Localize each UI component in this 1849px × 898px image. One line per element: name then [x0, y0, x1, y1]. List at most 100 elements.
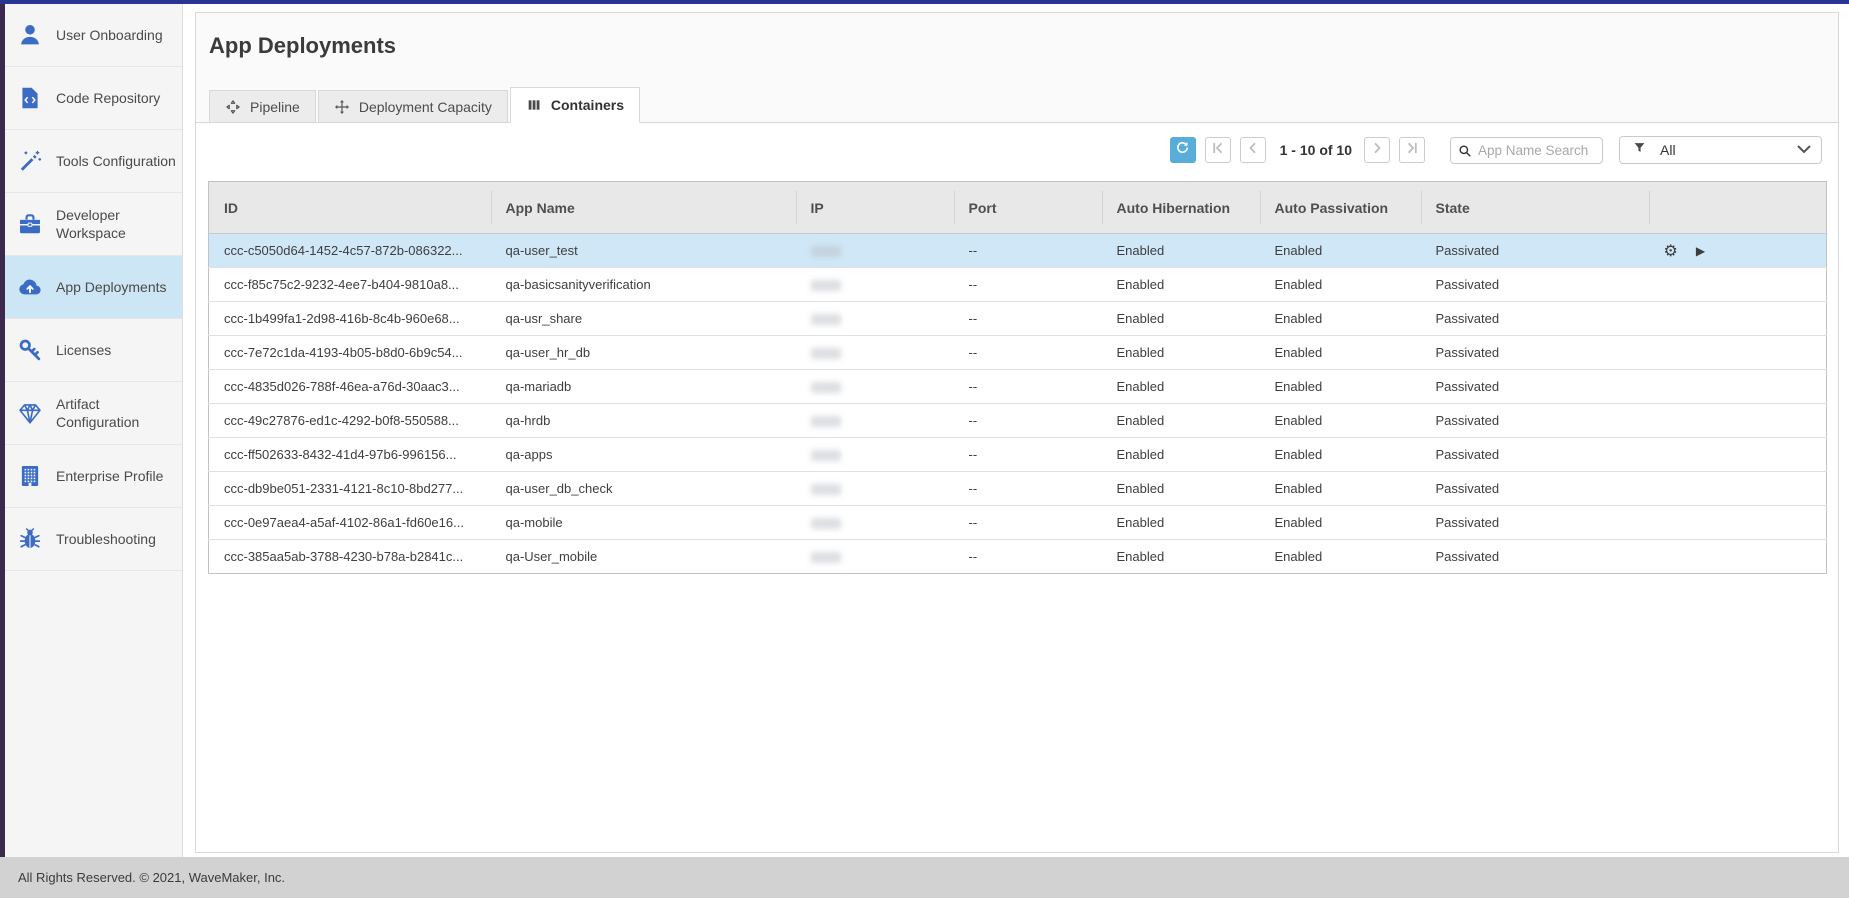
cell-app_name: qa-apps [491, 438, 796, 472]
code-file-icon [17, 85, 43, 111]
cell-ip [796, 438, 954, 472]
cell-auto_hibernation: Enabled [1102, 472, 1260, 506]
table-row[interactable]: ccc-49c27876-ed1c-4292-b0f8-550588...qa-… [209, 404, 1827, 438]
gem-icon [17, 400, 43, 426]
cell-actions [1649, 506, 1827, 540]
column-header-state: State [1421, 182, 1649, 234]
ip-redacted [811, 382, 841, 393]
cell-port: -- [954, 506, 1102, 540]
cell-app_name: qa-user_hr_db [491, 336, 796, 370]
ip-redacted [811, 246, 841, 257]
cell-ip [796, 540, 954, 574]
cell-auto_passivation: Enabled [1260, 506, 1421, 540]
filter-icon [1633, 141, 1646, 159]
table-row[interactable]: ccc-f85c75c2-9232-4ee7-b404-9810a8...qa-… [209, 268, 1827, 302]
cell-actions [1649, 540, 1827, 574]
table-body: ccc-c5050d64-1452-4c57-872b-086322...qa-… [209, 234, 1827, 574]
cell-actions [1649, 438, 1827, 472]
sidebar-item-troubleshooting[interactable]: Troubleshooting [5, 508, 182, 571]
sidebar-item-licenses[interactable]: Licenses [5, 319, 182, 382]
prev-page-icon [1247, 141, 1259, 159]
refresh-icon [1175, 140, 1190, 160]
cell-auto_passivation: Enabled [1260, 438, 1421, 472]
cell-id: ccc-7e72c1da-4193-4b05-b8d0-6b9c54... [209, 336, 491, 370]
sidebar-item-label: Artifact Configuration [56, 395, 176, 431]
sidebar-item-code-repository[interactable]: Code Repository [5, 67, 182, 130]
cell-port: -- [954, 234, 1102, 268]
tab-deployment-capacity[interactable]: Deployment Capacity [318, 90, 508, 122]
cell-actions [1649, 268, 1827, 302]
table-row[interactable]: ccc-db9be051-2331-4121-8c10-8bd277...qa-… [209, 472, 1827, 506]
cell-ip [796, 370, 954, 404]
pipeline-icon [225, 99, 241, 115]
cell-id: ccc-4835d026-788f-46ea-a76d-30aac3... [209, 370, 491, 404]
column-header-actions [1649, 182, 1827, 234]
sidebar-item-enterprise-profile[interactable]: Enterprise Profile [5, 445, 182, 508]
cell-app_name: qa-mobile [491, 506, 796, 540]
first-page-button[interactable] [1205, 137, 1231, 163]
cell-app_name: qa-usr_share [491, 302, 796, 336]
briefcase-icon [17, 211, 43, 237]
top-accent-bar [0, 0, 1849, 4]
table-row[interactable]: ccc-c5050d64-1452-4c57-872b-086322...qa-… [209, 234, 1827, 268]
building-icon [17, 463, 43, 489]
user-icon [17, 22, 43, 48]
cell-auto_hibernation: Enabled [1102, 540, 1260, 574]
table-row[interactable]: ccc-1b499fa1-2d98-416b-8c4b-960e68...qa-… [209, 302, 1827, 336]
last-page-button[interactable] [1399, 137, 1425, 163]
table-row[interactable]: ccc-4835d026-788f-46ea-a76d-30aac3...qa-… [209, 370, 1827, 404]
cell-ip [796, 234, 954, 268]
sidebar-item-user-onboarding[interactable]: User Onboarding [5, 4, 182, 67]
table-row[interactable]: ccc-0e97aea4-a5af-4102-86a1-fd60e16...qa… [209, 506, 1827, 540]
refresh-button[interactable] [1170, 137, 1196, 163]
tab-pipeline[interactable]: Pipeline [209, 90, 316, 122]
ip-redacted [811, 314, 841, 325]
copyright-text: All Rights Reserved. © 2021, WaveMaker, … [18, 870, 285, 885]
sidebar-item-artifact-configuration[interactable]: Artifact Configuration [5, 382, 182, 445]
page-title: App Deployments [209, 33, 396, 59]
cell-state: Passivated [1421, 438, 1649, 472]
sidebar-item-developer-workspace[interactable]: Developer Workspace [5, 193, 182, 256]
tab-containers[interactable]: Containers [510, 87, 640, 123]
chevron-down-icon [1797, 141, 1811, 159]
next-page-button[interactable] [1364, 137, 1390, 163]
search-input[interactable] [1451, 138, 1602, 163]
column-header-port: Port [954, 182, 1102, 234]
cell-auto_passivation: Enabled [1260, 268, 1421, 302]
column-header-id: ID [209, 182, 491, 234]
tab-label: Deployment Capacity [359, 99, 492, 115]
cell-port: -- [954, 540, 1102, 574]
cell-port: -- [954, 472, 1102, 506]
sidebar-item-label: Enterprise Profile [56, 467, 163, 485]
state-filter-dropdown[interactable]: All [1619, 136, 1822, 164]
cell-id: ccc-49c27876-ed1c-4292-b0f8-550588... [209, 404, 491, 438]
table-toolbar: 1 - 10 of 10 All [208, 136, 1822, 164]
sidebar-item-label: Licenses [56, 341, 111, 359]
cell-ip [796, 336, 954, 370]
sidebar-item-app-deployments[interactable]: App Deployments [5, 256, 182, 319]
ip-redacted [811, 484, 841, 495]
cell-port: -- [954, 336, 1102, 370]
cell-state: Passivated [1421, 370, 1649, 404]
bug-icon [17, 526, 43, 552]
cell-auto_hibernation: Enabled [1102, 506, 1260, 540]
cell-app_name: qa-hrdb [491, 404, 796, 438]
cell-app_name: qa-user_test [491, 234, 796, 268]
ip-redacted [811, 518, 841, 529]
cell-actions [1649, 472, 1827, 506]
ip-redacted [811, 552, 841, 563]
cell-id: ccc-db9be051-2331-4121-8c10-8bd277... [209, 472, 491, 506]
cell-auto_passivation: Enabled [1260, 404, 1421, 438]
gear-icon[interactable]: ⚙ [1664, 243, 1678, 259]
sidebar-item-tools-configuration[interactable]: Tools Configuration [5, 130, 182, 193]
play-icon[interactable]: ▶ [1696, 245, 1705, 257]
table-row[interactable]: ccc-7e72c1da-4193-4b05-b8d0-6b9c54...qa-… [209, 336, 1827, 370]
cell-ip [796, 472, 954, 506]
cell-app_name: qa-user_db_check [491, 472, 796, 506]
ip-redacted [811, 450, 841, 461]
table-row[interactable]: ccc-385aa5ab-3788-4230-b78a-b2841c...qa-… [209, 540, 1827, 574]
filter-selected-value: All [1660, 142, 1797, 158]
prev-page-button[interactable] [1240, 137, 1266, 163]
table-row[interactable]: ccc-ff502633-8432-41d4-97b6-996156...qa-… [209, 438, 1827, 472]
cloud-upload-icon [17, 274, 43, 300]
